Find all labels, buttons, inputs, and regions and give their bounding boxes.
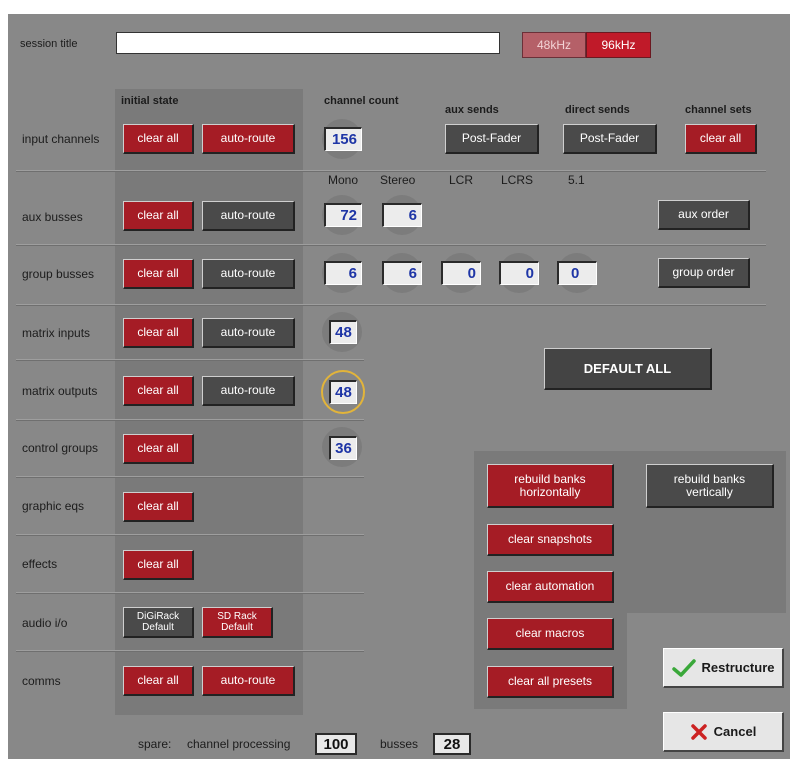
bus-type-lcr: LCR [449,173,474,187]
group-lcr-count[interactable]: 0 [441,261,481,285]
default-all-button[interactable]: DEFAULT ALL [544,348,712,390]
spare-busses-label: busses [380,737,419,751]
separator [16,359,364,361]
row-label-aux-busses: aux busses [22,210,83,224]
matrix-outputs-clear-all-button[interactable]: clear all [123,376,194,406]
group-order-button[interactable]: group order [658,258,750,288]
row-label-matrix-outputs: matrix outputs [22,384,98,398]
aux-order-button[interactable]: aux order [658,200,750,230]
cancel-label: Cancel [713,724,757,739]
digirack-default-button[interactable]: DiGiRack Default [123,607,194,638]
cancel-button[interactable]: Cancel [663,712,784,752]
channel-sets-header: channel sets [685,104,752,116]
effects-clear-all-button[interactable]: clear all [123,550,194,580]
row-label-graphic-eqs: graphic eqs [22,499,85,513]
aux-busses-auto-route-button[interactable]: auto-route [202,201,295,231]
bus-type-lcrs: LCRS [501,173,534,187]
comms-auto-route-button[interactable]: auto-route [202,666,295,696]
restructure-button[interactable]: Restructure [663,648,784,688]
initial-state-header: initial state [121,95,179,107]
input-channels-count[interactable]: 156 [324,127,362,151]
control-groups-clear-all-button[interactable]: clear all [123,434,194,464]
rebuild-banks-vertically-button[interactable]: rebuild banks vertically [646,464,774,508]
clear-all-presets-button[interactable]: clear all presets [487,666,614,698]
graphic-eqs-clear-all-button[interactable]: clear all [123,492,194,522]
separator [16,592,364,594]
bus-type-stereo: Stereo [380,173,416,187]
direct-sends-header: direct sends [565,104,630,116]
clear-macros-button[interactable]: clear macros [487,618,614,650]
sd-rack-default-button[interactable]: SD Rack Default [202,607,273,638]
clear-automation-button[interactable]: clear automation [487,571,614,603]
input-channels-clear-all-button[interactable]: clear all [123,124,194,154]
aux-busses-clear-all-button[interactable]: clear all [123,201,194,231]
group-busses-auto-route-button[interactable]: auto-route [202,259,295,289]
row-label-matrix-inputs: matrix inputs [22,326,91,340]
matrix-inputs-count[interactable]: 48 [329,320,357,344]
bus-type-5-1: 5.1 [568,173,585,187]
aux-stereo-count[interactable]: 6 [382,203,422,227]
channel-sets-clear-all-button[interactable]: clear all [685,124,757,154]
matrix-inputs-auto-route-button[interactable]: auto-route [202,318,295,348]
separator [16,534,364,536]
control-groups-count[interactable]: 36 [329,436,357,460]
group-5-1-count[interactable]: 0 [557,261,597,285]
row-label-group-busses: group busses [22,267,95,281]
row-label-control-groups: control groups [22,441,99,455]
separator [16,476,364,478]
spare-channel-processing-value: 100 [315,733,357,755]
group-mono-count[interactable]: 6 [324,261,362,285]
close-icon [690,723,707,740]
aux-mono-count[interactable]: 72 [324,203,362,227]
checkmark-icon [671,658,696,677]
separator [16,170,766,172]
channel-count-header: channel count [324,95,399,107]
separator [16,419,364,421]
separator [16,304,766,306]
row-label-audio-io: audio i/o [22,616,68,630]
spare-busses-value: 28 [433,733,471,755]
session-title-input[interactable] [116,32,500,54]
session-title-label: session title [20,38,78,50]
aux-sends-post-fader-button[interactable]: Post-Fader [445,124,539,154]
group-busses-clear-all-button[interactable]: clear all [123,259,194,289]
bus-type-mono: Mono [328,173,359,187]
group-stereo-count[interactable]: 6 [382,261,422,285]
clear-snapshots-button[interactable]: clear snapshots [487,524,614,556]
matrix-outputs-auto-route-button[interactable]: auto-route [202,376,295,406]
sample-rate-96khz-button[interactable]: 96kHz [586,32,651,58]
separator [16,244,766,246]
spare-label: spare: [138,737,172,751]
direct-sends-post-fader-button[interactable]: Post-Fader [563,124,657,154]
matrix-inputs-clear-all-button[interactable]: clear all [123,318,194,348]
input-channels-auto-route-button[interactable]: auto-route [202,124,295,154]
row-label-input-channels: input channels [22,132,100,146]
spare-channel-processing-label: channel processing [187,737,291,751]
restructure-label: Restructure [701,660,775,675]
restructure-dialog: session title 48kHz 96kHz initial state … [8,14,790,759]
sample-rate-48khz-button[interactable]: 48kHz [522,32,586,58]
rebuild-banks-horizontally-button[interactable]: rebuild banks horizontally [487,464,614,508]
matrix-outputs-count[interactable]: 48 [329,380,357,404]
group-lcrs-count[interactable]: 0 [499,261,539,285]
aux-sends-header: aux sends [445,104,499,116]
row-label-effects: effects [22,557,58,571]
separator [16,650,364,652]
row-label-comms: comms [22,674,61,688]
comms-clear-all-button[interactable]: clear all [123,666,194,696]
